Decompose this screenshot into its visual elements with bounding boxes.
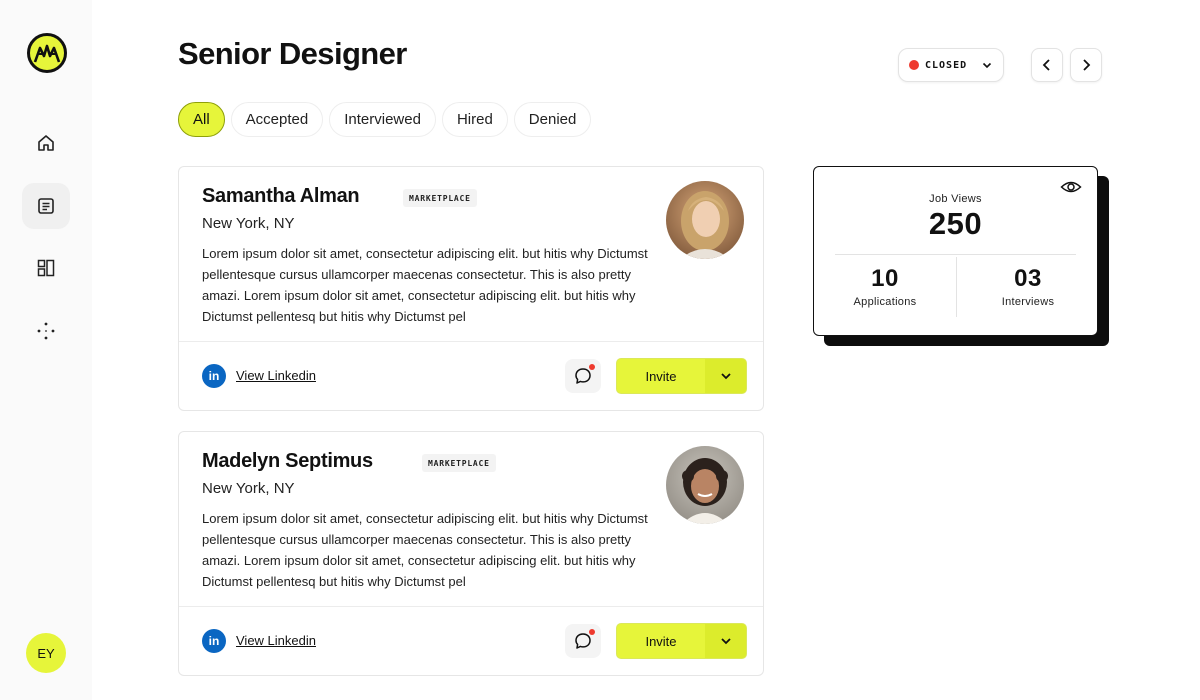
filter-tabs: All Accepted Interviewed Hired Denied: [178, 102, 592, 137]
chevron-down-icon: [982, 62, 992, 69]
interviews-label: Interviews: [1001, 296, 1055, 308]
linkedin-icon: in: [202, 364, 226, 388]
status-dropdown[interactable]: CLOSED: [898, 48, 1004, 82]
brand-logo[interactable]: [27, 33, 67, 73]
linkedin-icon: in: [202, 629, 226, 653]
sparkle-icon: [37, 322, 55, 340]
candidate-name: Madelyn Septimus: [202, 450, 373, 472]
marketplace-badge: MARKETPLACE: [422, 454, 496, 472]
candidate-photo: [666, 446, 744, 524]
candidate-card: Madelyn Septimus MARKETPLACE New York, N…: [178, 431, 764, 676]
sidebar-item-document[interactable]: [22, 183, 70, 229]
job-views-label: Job Views: [929, 193, 982, 205]
notification-dot: [589, 629, 595, 635]
sidebar-item-sparkle[interactable]: [22, 308, 70, 354]
status-label: CLOSED: [925, 59, 968, 71]
chevron-left-icon: [1042, 59, 1050, 71]
applications-count: 10: [871, 265, 899, 292]
invite-button[interactable]: Invite: [617, 359, 705, 393]
notification-dot: [589, 364, 595, 370]
sidebar: EY: [0, 0, 92, 700]
document-icon: [38, 198, 54, 214]
interviews-stat: 03 Interviews: [957, 265, 1099, 308]
next-button[interactable]: [1070, 48, 1102, 82]
chevron-down-icon: [720, 638, 731, 645]
invite-split-button: Invite: [616, 623, 747, 659]
invite-options-button[interactable]: [705, 359, 746, 393]
status-dot: [909, 60, 919, 70]
interviews-count: 03: [1014, 265, 1042, 292]
card-divider: [179, 606, 763, 607]
chevron-right-icon: [1083, 59, 1091, 71]
stats-divider: [835, 254, 1076, 255]
candidate-location: New York, NY: [202, 215, 295, 232]
eye-icon: [1060, 179, 1082, 199]
candidate-card: Samantha Alman MARKETPLACE New York, NY …: [178, 166, 764, 411]
message-button[interactable]: [565, 624, 601, 658]
candidate-description: Lorem ipsum dolor sit amet, consectetur …: [202, 246, 648, 324]
view-linkedin-link[interactable]: View Linkedin: [236, 368, 316, 383]
candidate-location: New York, NY: [202, 480, 295, 497]
invite-button[interactable]: Invite: [617, 624, 705, 658]
invite-split-button: Invite: [616, 358, 747, 394]
marketplace-badge: MARKETPLACE: [403, 189, 477, 207]
job-stats-card: Job Views 250 10 Applications 03 Intervi…: [813, 166, 1098, 336]
message-button[interactable]: [565, 359, 601, 393]
candidate-photo: [666, 181, 744, 259]
layout-icon: [37, 259, 55, 277]
applications-label: Applications: [853, 296, 917, 308]
candidate-name: Samantha Alman: [202, 185, 360, 207]
previous-button[interactable]: [1031, 48, 1063, 82]
tab-all[interactable]: All: [178, 102, 225, 137]
tab-accepted[interactable]: Accepted: [230, 102, 324, 137]
view-linkedin-link[interactable]: View Linkedin: [236, 633, 316, 648]
tab-denied[interactable]: Denied: [513, 102, 592, 137]
logo-mark-icon: [33, 44, 61, 63]
card-divider: [179, 341, 763, 342]
job-views-count: 250: [928, 206, 983, 241]
candidate-description: Lorem ipsum dolor sit amet, consectetur …: [202, 511, 648, 589]
invite-options-button[interactable]: [705, 624, 746, 658]
chevron-down-icon: [720, 373, 731, 380]
sidebar-item-layout[interactable]: [22, 245, 70, 291]
applications-stat: 10 Applications: [814, 265, 956, 308]
sidebar-item-home[interactable]: [22, 120, 70, 166]
user-avatar[interactable]: EY: [26, 633, 66, 673]
page-title: Senior Designer: [178, 36, 407, 71]
tab-hired[interactable]: Hired: [441, 102, 508, 137]
home-icon: [38, 135, 54, 151]
tab-interviewed[interactable]: Interviewed: [329, 102, 436, 137]
